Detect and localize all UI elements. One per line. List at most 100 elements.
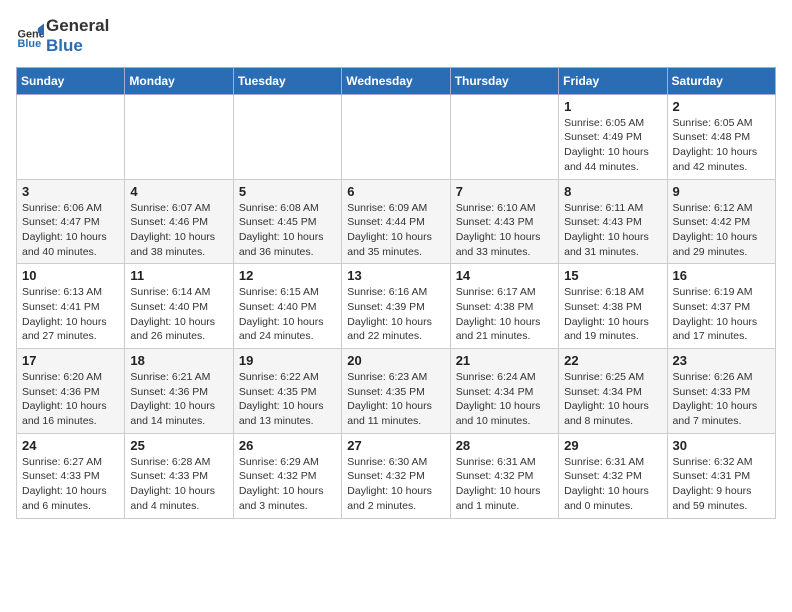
day-info: Sunrise: 6:28 AM Sunset: 4:33 PM Dayligh… xyxy=(130,455,227,514)
calendar-cell: 3Sunrise: 6:06 AM Sunset: 4:47 PM Daylig… xyxy=(17,179,125,264)
day-number: 17 xyxy=(22,353,119,368)
calendar-cell: 13Sunrise: 6:16 AM Sunset: 4:39 PM Dayli… xyxy=(342,264,450,349)
day-number: 24 xyxy=(22,438,119,453)
day-info: Sunrise: 6:23 AM Sunset: 4:35 PM Dayligh… xyxy=(347,370,444,429)
day-number: 10 xyxy=(22,268,119,283)
day-number: 6 xyxy=(347,184,444,199)
day-number: 1 xyxy=(564,99,661,114)
day-number: 30 xyxy=(673,438,770,453)
day-number: 11 xyxy=(130,268,227,283)
day-info: Sunrise: 6:17 AM Sunset: 4:38 PM Dayligh… xyxy=(456,285,553,344)
calendar-table: SundayMondayTuesdayWednesdayThursdayFrid… xyxy=(16,67,776,519)
calendar-cell: 14 Sunrise: 6:17 AM Sunset: 4:38 PM Dayli… xyxy=(450,264,558,349)
calendar-cell: 20 Sunrise: 6:23 AM Sunset: 4:35 PM Dayli… xyxy=(342,349,450,434)
day-number: 18 xyxy=(130,353,227,368)
day-number: 12 xyxy=(239,268,336,283)
svg-text:Blue: Blue xyxy=(18,38,42,50)
day-number: 7 xyxy=(456,184,553,199)
day-number: 21 xyxy=(456,353,553,368)
day-info: Sunrise: 6:08 AM Sunset: 4:45 PM Dayligh… xyxy=(239,201,336,260)
calendar-cell: 21 Sunrise: 6:24 AM Sunset: 4:34 PM Dayli… xyxy=(450,349,558,434)
day-number: 28 xyxy=(456,438,553,453)
day-info: Sunrise: 6:22 AM Sunset: 4:35 PM Dayligh… xyxy=(239,370,336,429)
day-info: Sunrise: 6:31 AM Sunset: 4:32 PM Dayligh… xyxy=(456,455,553,514)
day-number: 16 xyxy=(673,268,770,283)
day-number: 20 xyxy=(347,353,444,368)
day-info: Sunrise: 6:31 AM Sunset: 4:32 PM Dayligh… xyxy=(564,455,661,514)
calendar-header: SundayMondayTuesdayWednesdayThursdayFrid… xyxy=(17,67,776,94)
calendar-cell: 22 Sunrise: 6:25 AM Sunset: 4:34 PM Dayli… xyxy=(559,349,667,434)
day-info: Sunrise: 6:11 AM Sunset: 4:43 PM Dayligh… xyxy=(564,201,661,260)
day-number: 27 xyxy=(347,438,444,453)
day-number: 8 xyxy=(564,184,661,199)
calendar-cell: 4Sunrise: 6:07 AM Sunset: 4:46 PM Daylig… xyxy=(125,179,233,264)
day-header-sunday: Sunday xyxy=(17,67,125,94)
calendar-cell xyxy=(233,94,341,179)
day-header-saturday: Saturday xyxy=(667,67,775,94)
day-number: 25 xyxy=(130,438,227,453)
day-number: 15 xyxy=(564,268,661,283)
calendar-cell xyxy=(125,94,233,179)
calendar-cell: 6 Sunrise: 6:09 AM Sunset: 4:44 PM Daylig… xyxy=(342,179,450,264)
day-header-thursday: Thursday xyxy=(450,67,558,94)
calendar-cell: 16 Sunrise: 6:19 AM Sunset: 4:37 PM Dayli… xyxy=(667,264,775,349)
day-number: 14 xyxy=(456,268,553,283)
calendar-cell: 9 Sunrise: 6:12 AM Sunset: 4:42 PM Daylig… xyxy=(667,179,775,264)
day-info: Sunrise: 6:09 AM Sunset: 4:44 PM Dayligh… xyxy=(347,201,444,260)
calendar-cell: 8 Sunrise: 6:11 AM Sunset: 4:43 PM Daylig… xyxy=(559,179,667,264)
day-info: Sunrise: 6:05 AM Sunset: 4:48 PM Dayligh… xyxy=(673,116,770,175)
day-info: Sunrise: 6:06 AM Sunset: 4:47 PM Dayligh… xyxy=(22,201,119,260)
logo: General Blue General Blue xyxy=(16,16,109,57)
calendar-body: 1 Sunrise: 6:05 AM Sunset: 4:49 PM Daylig… xyxy=(17,94,776,518)
calendar-cell: 29Sunrise: 6:31 AM Sunset: 4:32 PM Dayli… xyxy=(559,433,667,518)
calendar-cell: 19 Sunrise: 6:22 AM Sunset: 4:35 PM Dayli… xyxy=(233,349,341,434)
day-info: Sunrise: 6:32 AM Sunset: 4:31 PM Dayligh… xyxy=(673,455,770,514)
calendar-cell: 23 Sunrise: 6:26 AM Sunset: 4:33 PM Dayli… xyxy=(667,349,775,434)
page-header: General Blue General Blue xyxy=(16,16,776,57)
day-info: Sunrise: 6:07 AM Sunset: 4:46 PM Dayligh… xyxy=(130,201,227,260)
day-number: 2 xyxy=(673,99,770,114)
day-number: 22 xyxy=(564,353,661,368)
calendar-cell: 10 Sunrise: 6:13 AM Sunset: 4:41 PM Dayli… xyxy=(17,264,125,349)
day-info: Sunrise: 6:19 AM Sunset: 4:37 PM Dayligh… xyxy=(673,285,770,344)
day-info: Sunrise: 6:20 AM Sunset: 4:36 PM Dayligh… xyxy=(22,370,119,429)
day-header-wednesday: Wednesday xyxy=(342,67,450,94)
day-info: Sunrise: 6:13 AM Sunset: 4:41 PM Dayligh… xyxy=(22,285,119,344)
day-info: Sunrise: 6:25 AM Sunset: 4:34 PM Dayligh… xyxy=(564,370,661,429)
day-header-monday: Monday xyxy=(125,67,233,94)
calendar-cell: 2 Sunrise: 6:05 AM Sunset: 4:48 PM Daylig… xyxy=(667,94,775,179)
day-info: Sunrise: 6:05 AM Sunset: 4:49 PM Dayligh… xyxy=(564,116,661,175)
logo-icon: General Blue xyxy=(16,22,44,50)
calendar-cell: 25 Sunrise: 6:28 AM Sunset: 4:33 PM Dayli… xyxy=(125,433,233,518)
day-info: Sunrise: 6:12 AM Sunset: 4:42 PM Dayligh… xyxy=(673,201,770,260)
day-number: 26 xyxy=(239,438,336,453)
day-info: Sunrise: 6:21 AM Sunset: 4:36 PM Dayligh… xyxy=(130,370,227,429)
calendar-cell xyxy=(17,94,125,179)
calendar-cell: 15 Sunrise: 6:18 AM Sunset: 4:38 PM Dayli… xyxy=(559,264,667,349)
calendar-cell: 24 Sunrise: 6:27 AM Sunset: 4:33 PM Dayli… xyxy=(17,433,125,518)
day-number: 9 xyxy=(673,184,770,199)
day-number: 19 xyxy=(239,353,336,368)
calendar-cell: 28 Sunrise: 6:31 AM Sunset: 4:32 PM Dayli… xyxy=(450,433,558,518)
calendar-cell: 18 Sunrise: 6:21 AM Sunset: 4:36 PM Dayli… xyxy=(125,349,233,434)
day-info: Sunrise: 6:27 AM Sunset: 4:33 PM Dayligh… xyxy=(22,455,119,514)
day-info: Sunrise: 6:26 AM Sunset: 4:33 PM Dayligh… xyxy=(673,370,770,429)
day-info: Sunrise: 6:30 AM Sunset: 4:32 PM Dayligh… xyxy=(347,455,444,514)
day-number: 5 xyxy=(239,184,336,199)
calendar-cell: 27 Sunrise: 6:30 AM Sunset: 4:32 PM Dayli… xyxy=(342,433,450,518)
day-header-tuesday: Tuesday xyxy=(233,67,341,94)
calendar-cell: 7 Sunrise: 6:10 AM Sunset: 4:43 PM Daylig… xyxy=(450,179,558,264)
calendar-cell xyxy=(450,94,558,179)
day-header-friday: Friday xyxy=(559,67,667,94)
calendar-cell xyxy=(342,94,450,179)
day-info: Sunrise: 6:18 AM Sunset: 4:38 PM Dayligh… xyxy=(564,285,661,344)
calendar-cell: 1 Sunrise: 6:05 AM Sunset: 4:49 PM Daylig… xyxy=(559,94,667,179)
day-info: Sunrise: 6:29 AM Sunset: 4:32 PM Dayligh… xyxy=(239,455,336,514)
day-info: Sunrise: 6:15 AM Sunset: 4:40 PM Dayligh… xyxy=(239,285,336,344)
day-info: Sunrise: 6:24 AM Sunset: 4:34 PM Dayligh… xyxy=(456,370,553,429)
day-info: Sunrise: 6:10 AM Sunset: 4:43 PM Dayligh… xyxy=(456,201,553,260)
calendar-cell: 5 Sunrise: 6:08 AM Sunset: 4:45 PM Daylig… xyxy=(233,179,341,264)
calendar-cell: 26 Sunrise: 6:29 AM Sunset: 4:32 PM Dayli… xyxy=(233,433,341,518)
day-number: 23 xyxy=(673,353,770,368)
calendar-cell: 30 Sunrise: 6:32 AM Sunset: 4:31 PM Dayli… xyxy=(667,433,775,518)
